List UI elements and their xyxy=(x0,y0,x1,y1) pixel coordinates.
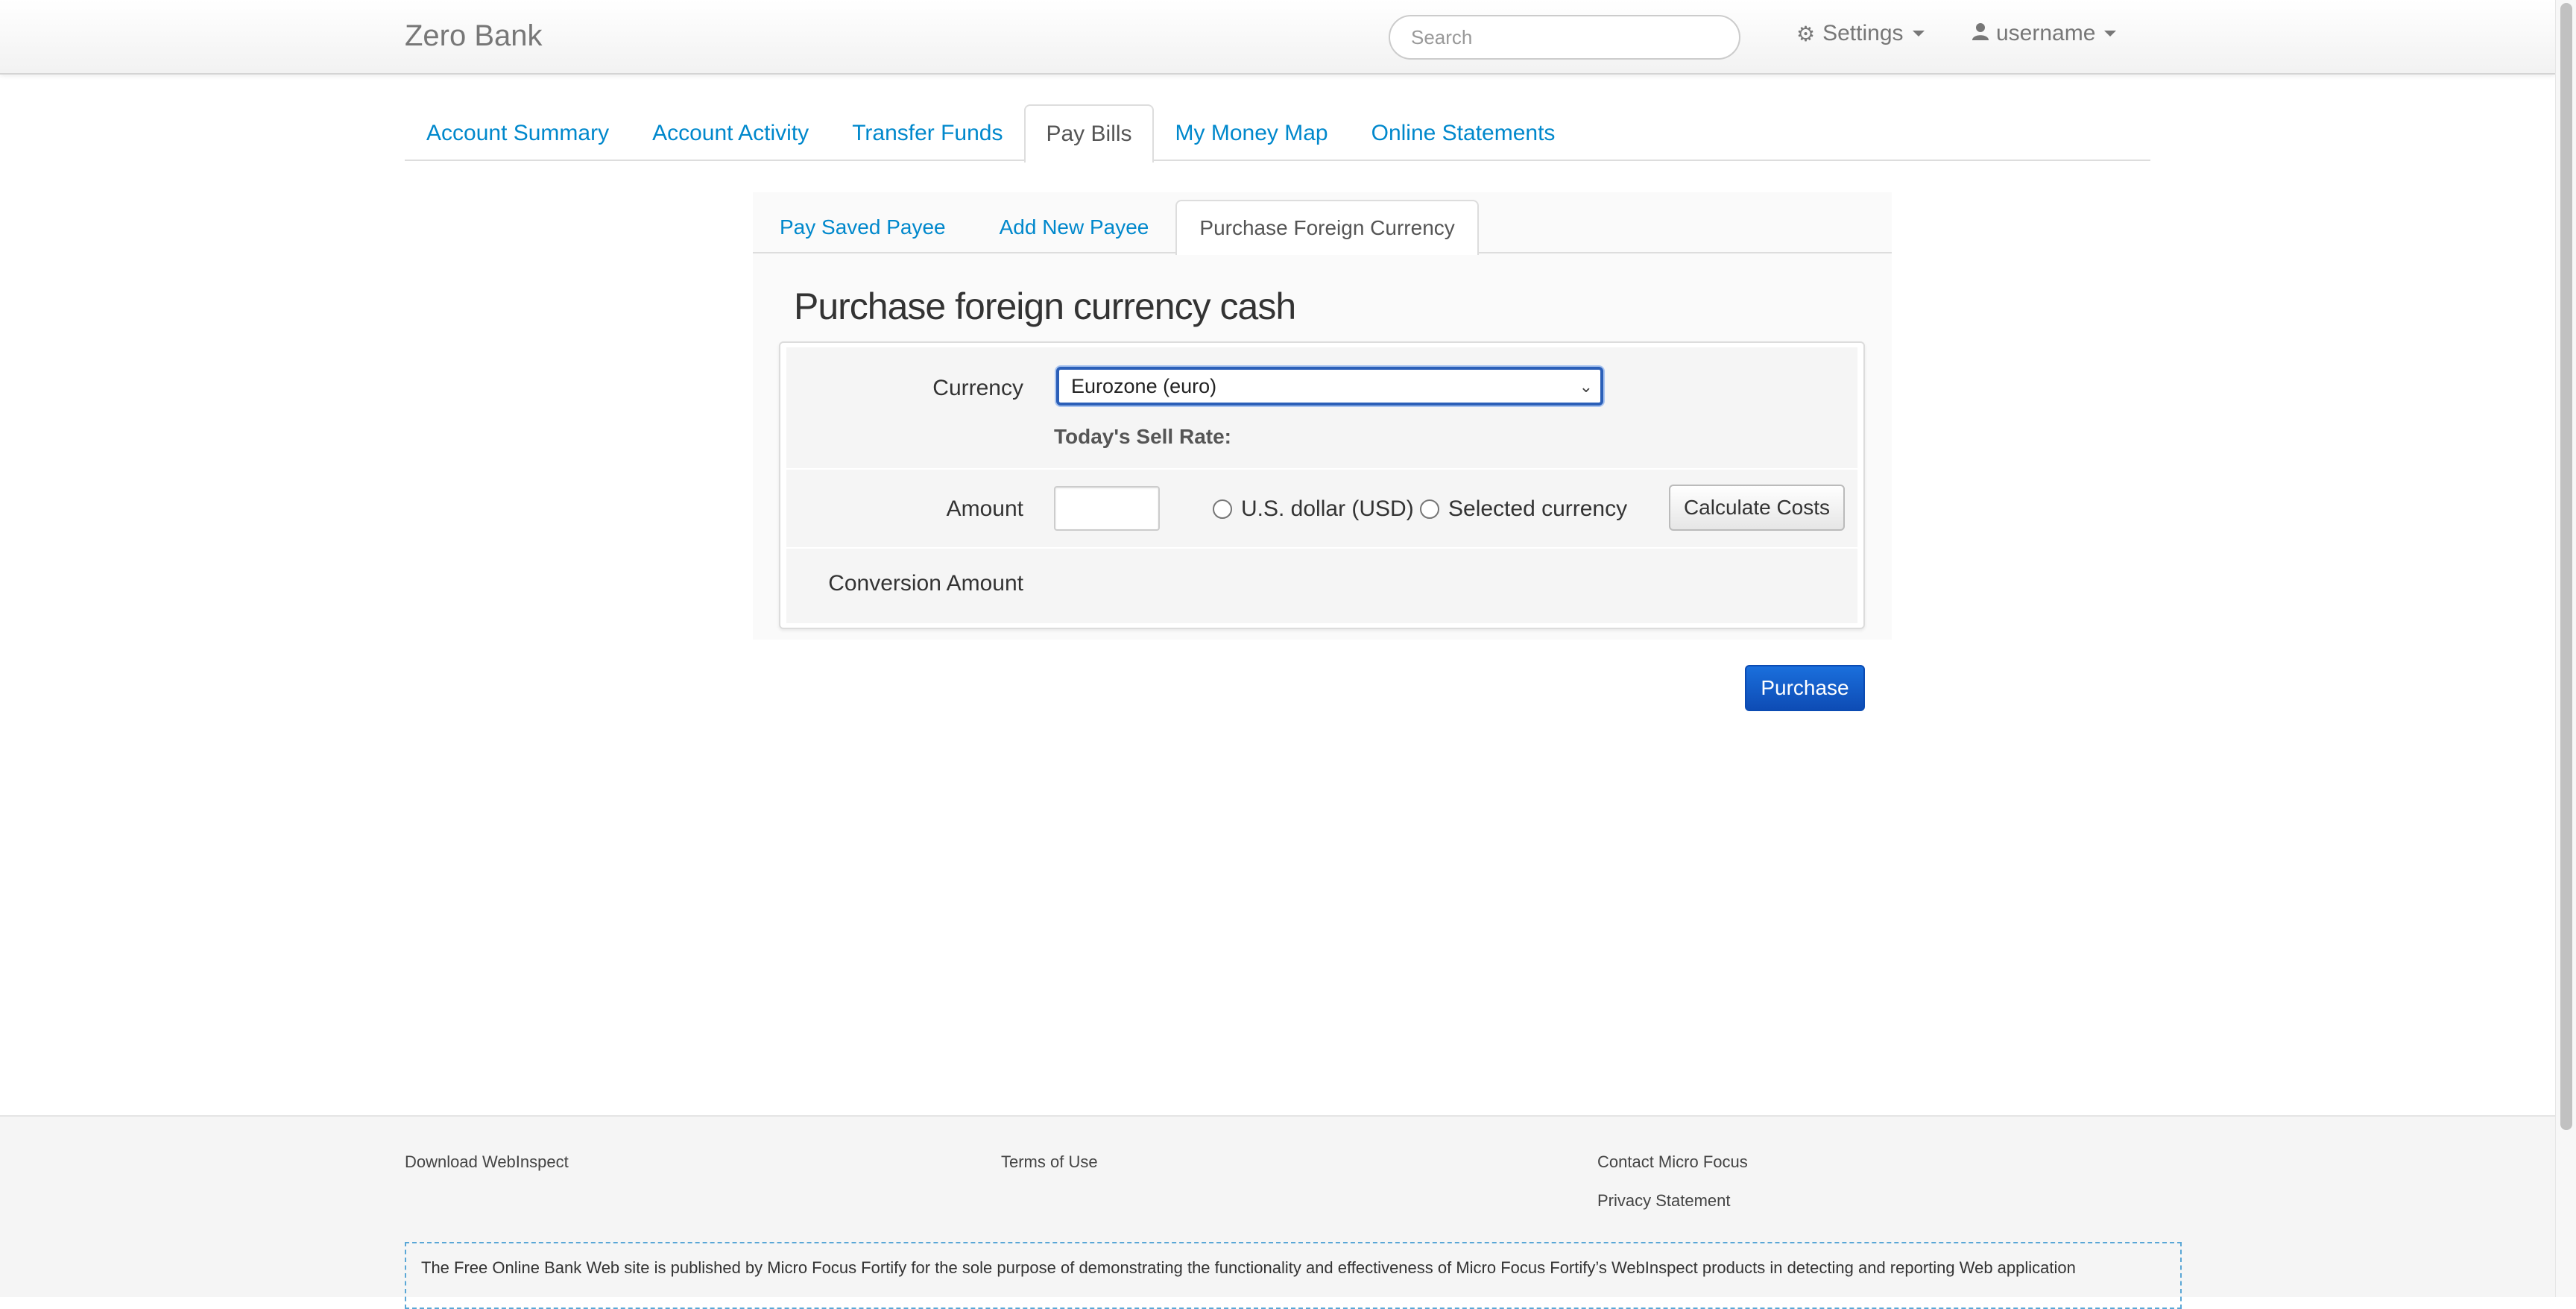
purchase-currency-form: Currency Eurozone (euro) ⌄ Today's Sell … xyxy=(779,341,1865,629)
tab-add-new-payee[interactable]: Add New Payee xyxy=(973,200,1176,253)
terms-of-use-link[interactable]: Terms of Use xyxy=(1001,1152,1098,1172)
currency-select[interactable]: Eurozone (euro) ⌄ xyxy=(1056,367,1603,406)
currency-label: Currency xyxy=(932,376,1023,400)
settings-dropdown[interactable]: ⚙ Settings xyxy=(1796,21,1925,46)
radio-selected-currency-label[interactable]: Selected currency xyxy=(1448,496,1627,522)
tab-purchase-foreign-currency[interactable]: Purchase Foreign Currency xyxy=(1175,200,1479,255)
radio-usd[interactable] xyxy=(1213,499,1232,519)
download-webinspect-link[interactable]: Download WebInspect xyxy=(405,1152,569,1172)
radio-selected-currency[interactable] xyxy=(1420,499,1439,519)
sell-rate-label: Today's Sell Rate: xyxy=(1054,425,1231,448)
gear-icon: ⚙ xyxy=(1796,22,1816,45)
top-navbar: Zero Bank ⚙ Settings username xyxy=(0,0,2555,75)
chevron-down-icon: ⌄ xyxy=(1579,377,1593,396)
currency-row: Currency Eurozone (euro) ⌄ Today's Sell … xyxy=(786,347,1857,468)
conversion-row: Conversion Amount xyxy=(786,549,1857,623)
amount-input[interactable] xyxy=(1054,486,1160,531)
user-dropdown[interactable]: username xyxy=(1972,21,2117,46)
caret-down-icon xyxy=(1912,31,1925,37)
footer: Download WebInspect Terms of Use Contact… xyxy=(0,1115,2555,1309)
user-icon-svg xyxy=(1972,23,1989,40)
tab-account-summary[interactable]: Account Summary xyxy=(405,104,631,161)
page-title: Purchase foreign currency cash xyxy=(794,286,1296,327)
tab-my-money-map[interactable]: My Money Map xyxy=(1154,104,1350,161)
caret-down-icon xyxy=(2104,31,2117,37)
privacy-statement-link[interactable]: Privacy Statement xyxy=(1597,1191,1731,1211)
tab-transfer-funds[interactable]: Transfer Funds xyxy=(830,104,1024,161)
brand-logo[interactable]: Zero Bank xyxy=(405,19,543,53)
calculate-costs-button[interactable]: Calculate Costs xyxy=(1669,485,1845,531)
purchase-button[interactable]: Purchase xyxy=(1745,665,1865,711)
scrollbar-thumb[interactable] xyxy=(2560,3,2572,1130)
conversion-amount-label: Conversion Amount xyxy=(828,571,1023,596)
sub-tabs: Pay Saved Payee Add New Payee Purchase F… xyxy=(753,200,1892,255)
tab-pay-bills[interactable]: Pay Bills xyxy=(1024,104,1154,163)
amount-label: Amount xyxy=(946,496,1023,521)
vertical-scrollbar[interactable] xyxy=(2555,0,2576,1297)
contact-micro-focus-link[interactable]: Contact Micro Focus xyxy=(1597,1152,1748,1172)
user-label: username xyxy=(1996,21,2096,45)
search-input[interactable] xyxy=(1389,15,1740,60)
disclaimer-text: The Free Online Bank Web site is publish… xyxy=(405,1242,2182,1309)
settings-label: Settings xyxy=(1822,21,1904,45)
radio-usd-label[interactable]: U.S. dollar (USD) xyxy=(1241,496,1414,522)
currency-selected-value: Eurozone (euro) xyxy=(1071,374,1217,397)
tab-account-activity[interactable]: Account Activity xyxy=(631,104,830,161)
user-icon xyxy=(1972,22,1989,45)
amount-row: Amount U.S. dollar (USD) Selected curren… xyxy=(786,470,1857,547)
tab-pay-saved-payee[interactable]: Pay Saved Payee xyxy=(753,200,973,253)
main-tabs: Account Summary Account Activity Transfe… xyxy=(405,104,2150,163)
tab-online-statements[interactable]: Online Statements xyxy=(1350,104,1577,161)
